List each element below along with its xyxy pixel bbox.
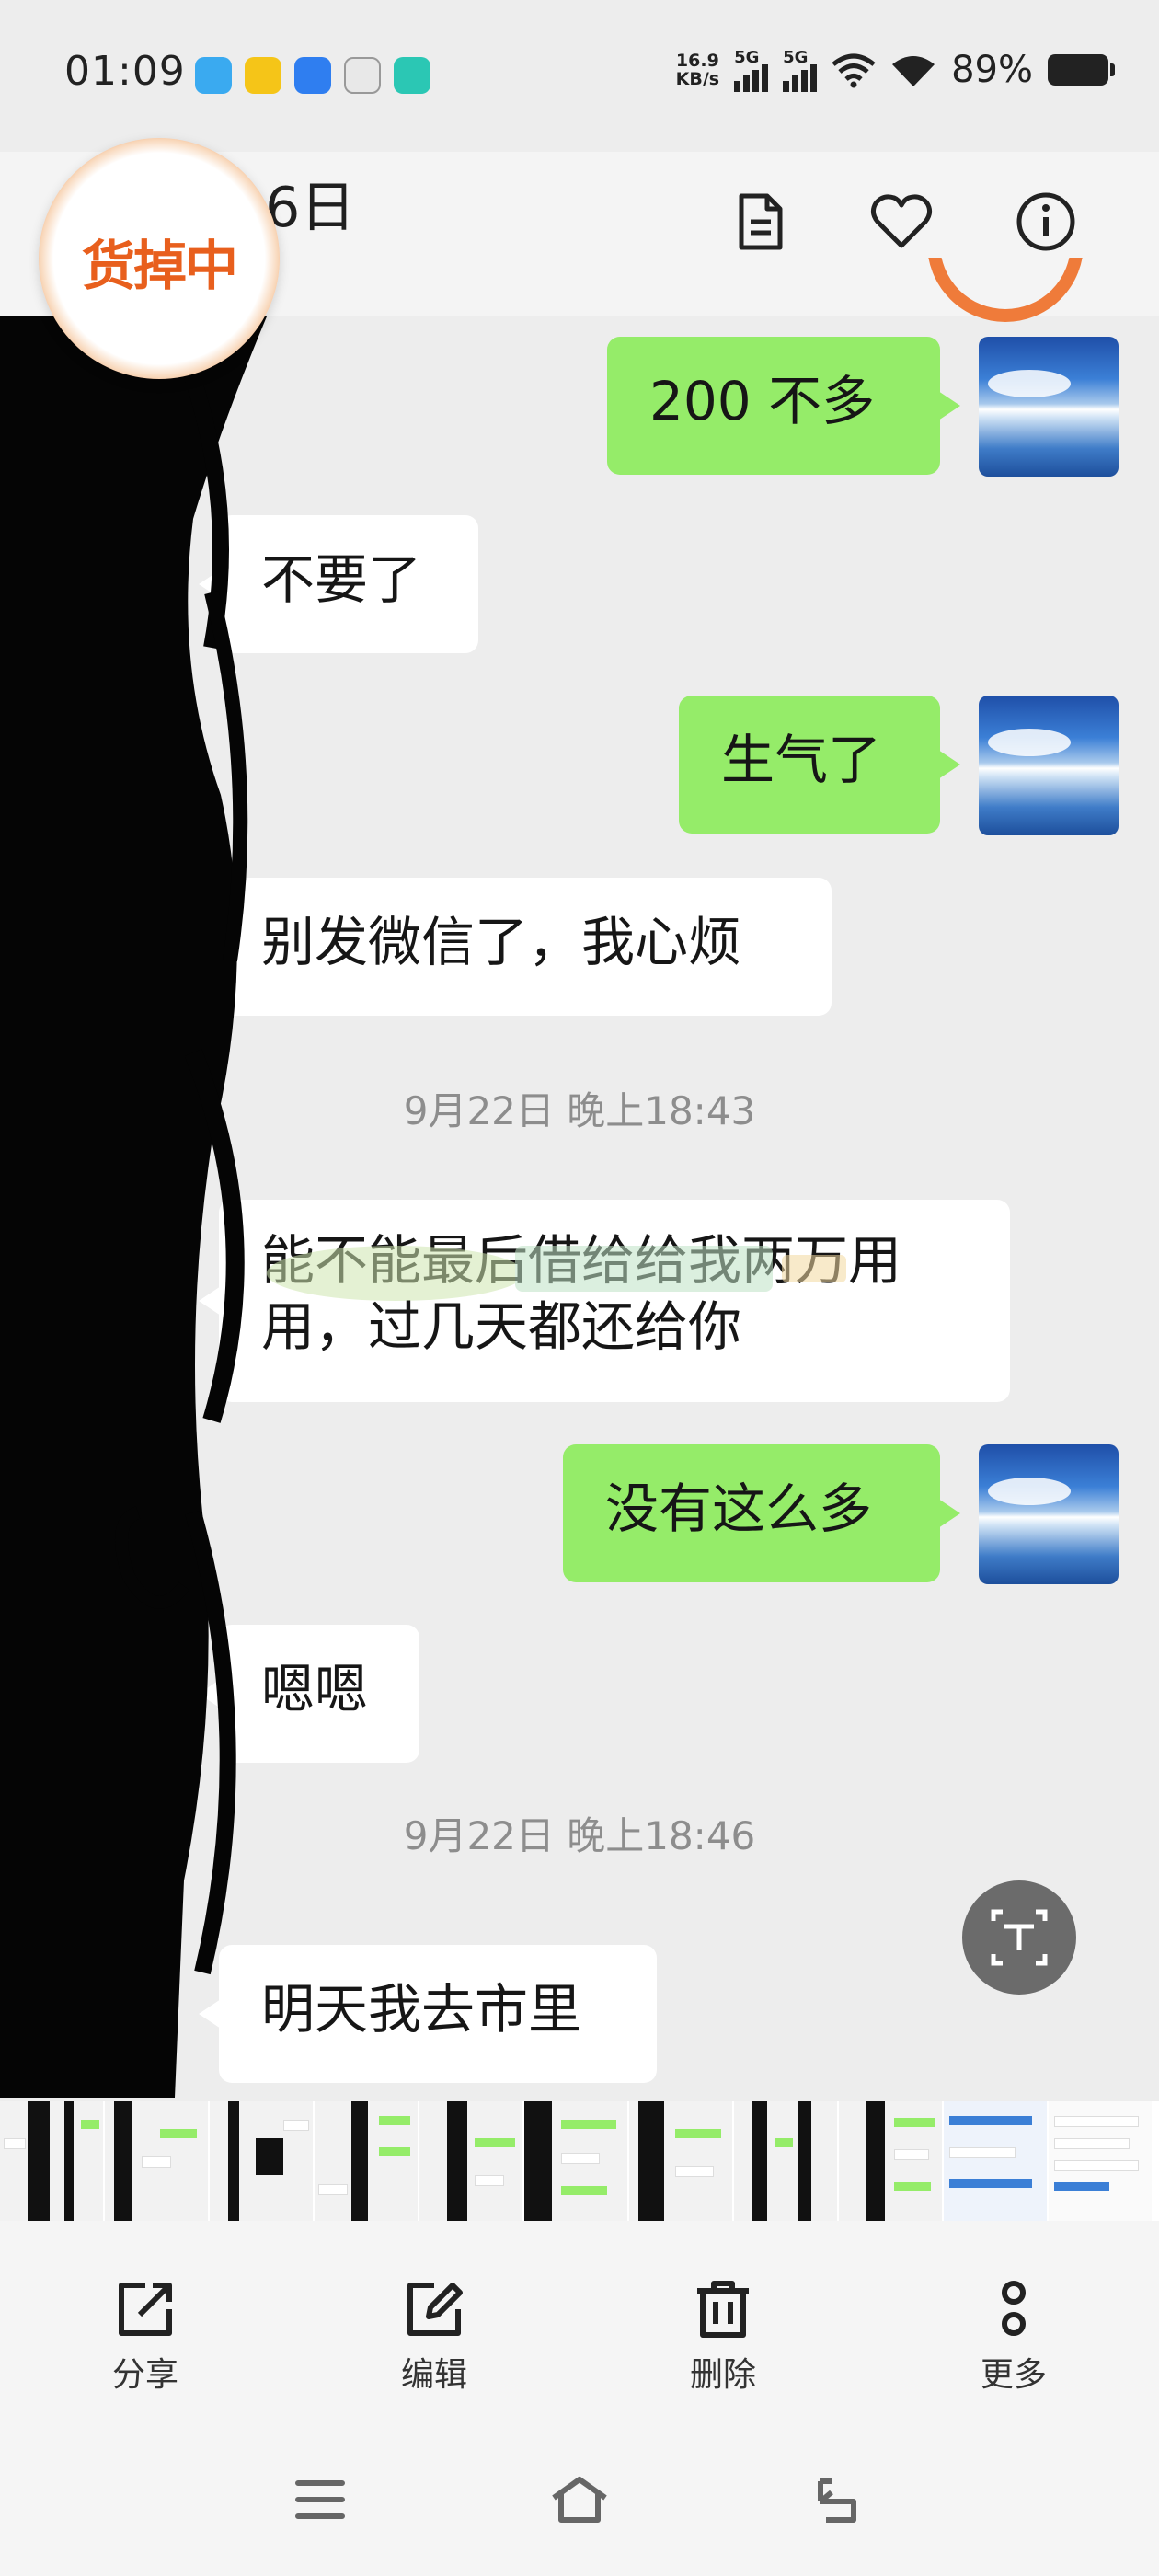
delete-button[interactable]: 删除 (649, 2276, 797, 2396)
app-notification-icon (195, 57, 232, 94)
message-bubble-sent[interactable]: 生气了 (679, 696, 960, 834)
signal-sim2-icon: 5G (783, 48, 818, 92)
app-notification-icon (344, 57, 381, 94)
text-scan-icon (991, 1909, 1048, 1966)
image-thumbnail-strip[interactable] (0, 2101, 1159, 2221)
image-thumbnail[interactable] (1049, 2101, 1153, 2221)
info-icon[interactable] (1013, 189, 1079, 255)
status-indicators: 16.9 KB/s 5G 5G 89% (675, 48, 1115, 92)
battery-percent: 89% (951, 49, 1033, 91)
image-thumbnail[interactable] (105, 2101, 210, 2221)
message-bubble-sent[interactable]: 200 不多 (607, 337, 960, 475)
image-thumbnail[interactable] (734, 2101, 839, 2221)
image-thumbnail[interactable] (210, 2101, 315, 2221)
edit-icon (407, 2283, 463, 2336)
app-notification-icon (294, 57, 331, 94)
signal-sim1-icon: 5G (734, 48, 769, 92)
avatar[interactable] (979, 696, 1119, 835)
image-thumbnail[interactable] (419, 2101, 524, 2221)
notification-app-icons (195, 57, 430, 94)
bottom-toolbar: 分享 编辑 删除 更多 (0, 2221, 1159, 2423)
image-thumbnail[interactable] (629, 2101, 734, 2221)
wifi-calling-icon (832, 53, 876, 88)
back-icon[interactable] (808, 2474, 866, 2525)
message-bubble-sent[interactable]: 没有这么多 (563, 1444, 960, 1582)
network-speed: 16.9 KB/s (675, 51, 720, 89)
image-thumbnail[interactable] (839, 2101, 944, 2221)
avatar[interactable] (979, 1444, 1119, 1584)
status-bar: 01:09 16.9 KB/s 5G 5G 89% (0, 0, 1159, 152)
document-icon[interactable] (727, 189, 793, 255)
share-button[interactable]: 分享 (72, 2276, 219, 2396)
edit-button[interactable]: 编辑 (361, 2276, 508, 2396)
promo-badge[interactable]: 货掉中 (39, 138, 280, 379)
share-icon (119, 2283, 172, 2336)
wifi-icon (892, 56, 935, 86)
more-button[interactable]: 更多 (940, 2276, 1087, 2396)
image-thumbnail[interactable] (944, 2101, 1049, 2221)
message-bubble-received[interactable]: 别发微信了，我心烦 (199, 878, 832, 1016)
watermark-logo (267, 1246, 846, 1301)
more-icon (1002, 2281, 1026, 2336)
battery-icon (1048, 54, 1115, 86)
app-notification-icon (394, 57, 430, 94)
trash-icon (697, 2281, 749, 2338)
menu-icon[interactable] (293, 2474, 348, 2525)
image-thumbnail[interactable] (315, 2101, 419, 2221)
redaction-scribble (0, 316, 267, 2098)
status-time: 01:09 (64, 48, 186, 95)
image-thumbnail[interactable] (0, 2101, 105, 2221)
system-nav-bar (0, 2423, 1159, 2576)
home-icon[interactable] (548, 2474, 611, 2525)
chat-area[interactable]: 200 不多 不要了 生气了 别发微信了，我心烦 9月22日 晚上18:43 能… (0, 316, 1159, 2098)
heart-icon[interactable] (868, 189, 935, 255)
image-thumbnail[interactable] (524, 2101, 629, 2221)
promo-badge-arc (927, 258, 1084, 359)
text-scan-button[interactable] (962, 1880, 1076, 1995)
app-notification-icon (245, 57, 281, 94)
